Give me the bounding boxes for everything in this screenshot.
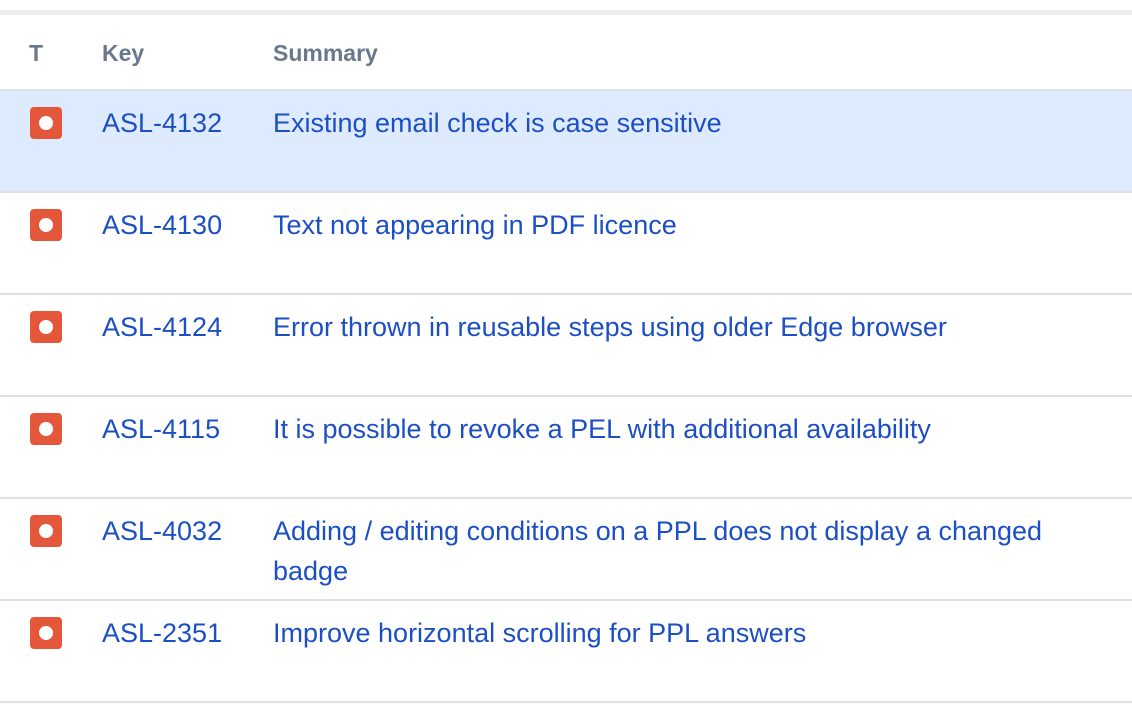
table-row[interactable]: ASL-4115 It is possible to revoke a PEL …: [0, 397, 1132, 499]
column-header-summary[interactable]: Summary: [273, 39, 378, 67]
issue-summary-link[interactable]: Text not appearing in PDF licence: [273, 205, 1123, 245]
issue-key-link[interactable]: ASL-4130: [102, 205, 222, 245]
bug-icon: [30, 617, 62, 649]
bug-icon: [30, 209, 62, 241]
bug-icon: [30, 107, 62, 139]
issue-table: T Key Summary ASL-4132 Existing email ch…: [0, 15, 1132, 703]
issue-summary-link[interactable]: Adding / editing conditions on a PPL doe…: [273, 511, 1123, 591]
column-header-type[interactable]: T: [29, 39, 43, 67]
issue-key-link[interactable]: ASL-4115: [102, 409, 220, 449]
table-row[interactable]: ASL-4124 Error thrown in reusable steps …: [0, 295, 1132, 397]
issue-summary-link[interactable]: Existing email check is case sensitive: [273, 103, 1123, 143]
bug-icon: [30, 515, 62, 547]
issue-key-link[interactable]: ASL-4032: [102, 511, 222, 551]
table-row[interactable]: ASL-4130 Text not appearing in PDF licen…: [0, 193, 1132, 295]
issue-key-link[interactable]: ASL-4132: [102, 103, 222, 143]
column-header-key[interactable]: Key: [102, 39, 144, 67]
issue-key-link[interactable]: ASL-2351: [102, 613, 222, 653]
table-row[interactable]: ASL-2351 Improve horizontal scrolling fo…: [0, 601, 1132, 703]
issue-summary-link[interactable]: Error thrown in reusable steps using old…: [273, 307, 1123, 347]
table-row[interactable]: ASL-4132 Existing email check is case se…: [0, 91, 1132, 193]
issue-summary-link[interactable]: Improve horizontal scrolling for PPL ans…: [273, 613, 1123, 653]
issue-key-link[interactable]: ASL-4124: [102, 307, 222, 347]
issue-summary-link[interactable]: It is possible to revoke a PEL with addi…: [273, 409, 1123, 449]
bug-icon: [30, 311, 62, 343]
bug-icon: [30, 413, 62, 445]
table-header: T Key Summary: [0, 15, 1132, 91]
table-row[interactable]: ASL-4032 Adding / editing conditions on …: [0, 499, 1132, 601]
